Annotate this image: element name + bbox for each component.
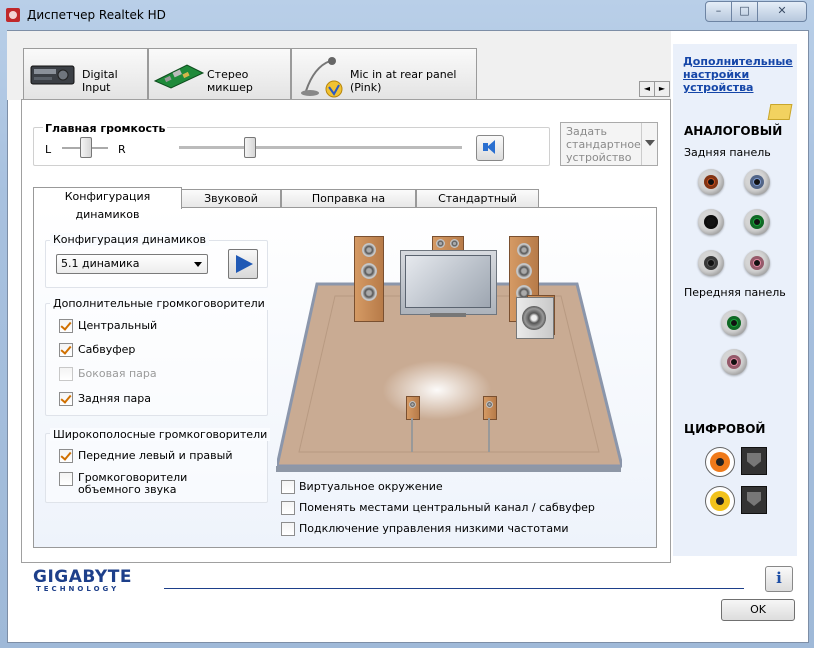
chevron-down-icon[interactable] bbox=[645, 140, 655, 146]
minimize-button[interactable]: – bbox=[705, 1, 732, 22]
window-title: Диспетчер Realtek HD bbox=[27, 8, 166, 22]
gigabyte-logo-subtitle: TECHNOLOGY bbox=[36, 585, 120, 593]
tv-stand bbox=[430, 313, 466, 317]
speaker-config-select[interactable]: 5.1 динамика bbox=[56, 254, 208, 274]
master-volume-slider-thumb[interactable] bbox=[244, 137, 256, 158]
tab-mic-rear-panel-label: Mic in at rear panel (Pink) bbox=[350, 68, 457, 94]
virtual-surround-label: Виртуальное окружение bbox=[299, 480, 443, 493]
tab-room-correction[interactable]: Поправка на помещение bbox=[281, 189, 416, 223]
coaxial-out-jack[interactable] bbox=[705, 447, 735, 477]
balance-slider-thumb[interactable] bbox=[80, 137, 92, 158]
digital-title: ЦИФРОВОЙ bbox=[684, 422, 766, 436]
set-default-device-label: Задать стандартное устройство bbox=[566, 125, 641, 164]
circuit-board-icon bbox=[153, 64, 205, 89]
tab-digital-input[interactable]: Digital Input bbox=[23, 48, 148, 100]
rear-jack-orange[interactable] bbox=[698, 169, 724, 195]
tab-digital-input-label: Digital Input bbox=[82, 68, 118, 94]
front-lr-checkbox-label: Передние левый и правый bbox=[78, 449, 233, 462]
gigabyte-logo: GIGABYTE bbox=[33, 567, 132, 587]
chevron-down-icon bbox=[194, 262, 202, 267]
rear-pair-checkbox[interactable] bbox=[59, 392, 73, 406]
front-jack-pink[interactable] bbox=[721, 349, 747, 375]
set-default-divider bbox=[641, 123, 642, 165]
rear-jack-pink[interactable] bbox=[744, 250, 770, 276]
tv-screen bbox=[405, 255, 491, 308]
optical-in-port[interactable] bbox=[741, 486, 767, 514]
subwoofer-checkbox-label: Сабвуфер bbox=[78, 343, 136, 356]
coaxial-in-jack[interactable] bbox=[705, 486, 735, 516]
microphone-icon bbox=[301, 57, 343, 98]
wideband-speakers-title: Широкополосные громкоговорители bbox=[50, 428, 271, 441]
tab-stereo-mixer[interactable]: Стерео микшер bbox=[148, 48, 291, 100]
master-volume-title: Главная громкость bbox=[43, 122, 168, 135]
tab-default-format[interactable]: Стандартный формат bbox=[416, 189, 539, 223]
play-test-button[interactable] bbox=[228, 249, 258, 279]
speaker-config-value: 5.1 динамика bbox=[61, 257, 140, 270]
subwoofer-checkbox[interactable] bbox=[59, 343, 73, 357]
tab-speaker-config[interactable]: Конфигурация динамиков bbox=[33, 187, 182, 221]
swap-center-sub-checkbox[interactable] bbox=[281, 501, 295, 515]
tab-sound-effect[interactable]: Звуковой эффект bbox=[181, 189, 281, 223]
balance-left-label: L bbox=[45, 143, 52, 156]
rear-jack-green[interactable] bbox=[744, 209, 770, 235]
swap-center-sub-label: Поменять местами центральный канал / саб… bbox=[299, 501, 595, 514]
audio-device-icon bbox=[30, 65, 75, 85]
virtual-surround-checkbox[interactable] bbox=[281, 480, 295, 494]
title-bar[interactable]: Диспетчер Realtek HD – □ ✕ bbox=[0, 0, 814, 30]
optical-out-port[interactable] bbox=[741, 447, 767, 475]
tab-scroll-left-button[interactable]: ◄ bbox=[639, 81, 655, 97]
rear-right-stand bbox=[488, 418, 490, 452]
side-pair-checkbox bbox=[59, 367, 73, 381]
side-pair-checkbox-label: Боковая пара bbox=[78, 367, 157, 380]
rear-jack-black[interactable] bbox=[698, 209, 724, 235]
center-checkbox-label: Центральный bbox=[78, 319, 158, 332]
bass-management-checkbox[interactable] bbox=[281, 522, 295, 536]
rear-right-speaker[interactable] bbox=[483, 396, 497, 420]
mute-speaker-button[interactable] bbox=[476, 135, 504, 161]
rear-jack-blue[interactable] bbox=[744, 169, 770, 195]
front-left-speaker[interactable] bbox=[354, 236, 384, 322]
rear-pair-checkbox-label: Задняя пара bbox=[78, 392, 151, 405]
listening-position-glow bbox=[382, 360, 492, 420]
folder-icon[interactable] bbox=[767, 104, 793, 120]
advanced-settings-link[interactable]: Дополнительные настройки устройства bbox=[683, 55, 793, 94]
footer-divider bbox=[164, 588, 744, 589]
front-lr-checkbox[interactable] bbox=[59, 449, 73, 463]
rear-left-stand bbox=[411, 418, 413, 452]
connector-panel bbox=[673, 44, 797, 556]
room-floor-edge bbox=[276, 466, 621, 472]
center-checkbox[interactable] bbox=[59, 319, 73, 333]
rear-jack-gray[interactable] bbox=[698, 250, 724, 276]
maximize-button[interactable]: □ bbox=[731, 1, 758, 22]
speaker-config-title: Конфигурация динамиков bbox=[50, 233, 210, 246]
tab-stereo-mixer-label: Стерео микшер bbox=[207, 68, 253, 94]
realtek-app-icon bbox=[6, 8, 20, 22]
tab-scroll-right-button[interactable]: ► bbox=[654, 81, 670, 97]
tab-mic-rear-panel[interactable]: Mic in at rear panel (Pink) bbox=[291, 48, 477, 100]
surround-checkbox-label: Громкоговорители объемного звука bbox=[78, 471, 188, 496]
rear-left-speaker[interactable] bbox=[406, 396, 420, 420]
ok-button[interactable]: OK bbox=[721, 599, 795, 621]
bass-management-label: Подключение управления низкими частотами bbox=[299, 522, 569, 535]
close-button[interactable]: ✕ bbox=[757, 1, 807, 22]
master-volume-slider-track[interactable] bbox=[179, 146, 462, 150]
rear-panel-title: Задняя панель bbox=[684, 146, 771, 159]
extra-speakers-title: Дополнительные громкоговорители bbox=[50, 297, 268, 310]
balance-right-label: R bbox=[118, 143, 126, 156]
front-panel-title: Передняя панель bbox=[684, 286, 786, 299]
set-default-device-button[interactable]: Задать стандартное устройство bbox=[560, 122, 658, 166]
front-jack-green[interactable] bbox=[721, 310, 747, 336]
surround-checkbox[interactable] bbox=[59, 472, 73, 486]
analog-title: АНАЛОГОВЫЙ bbox=[684, 124, 783, 138]
subwoofer-speaker[interactable] bbox=[516, 297, 554, 339]
info-button[interactable]: i bbox=[765, 566, 793, 592]
